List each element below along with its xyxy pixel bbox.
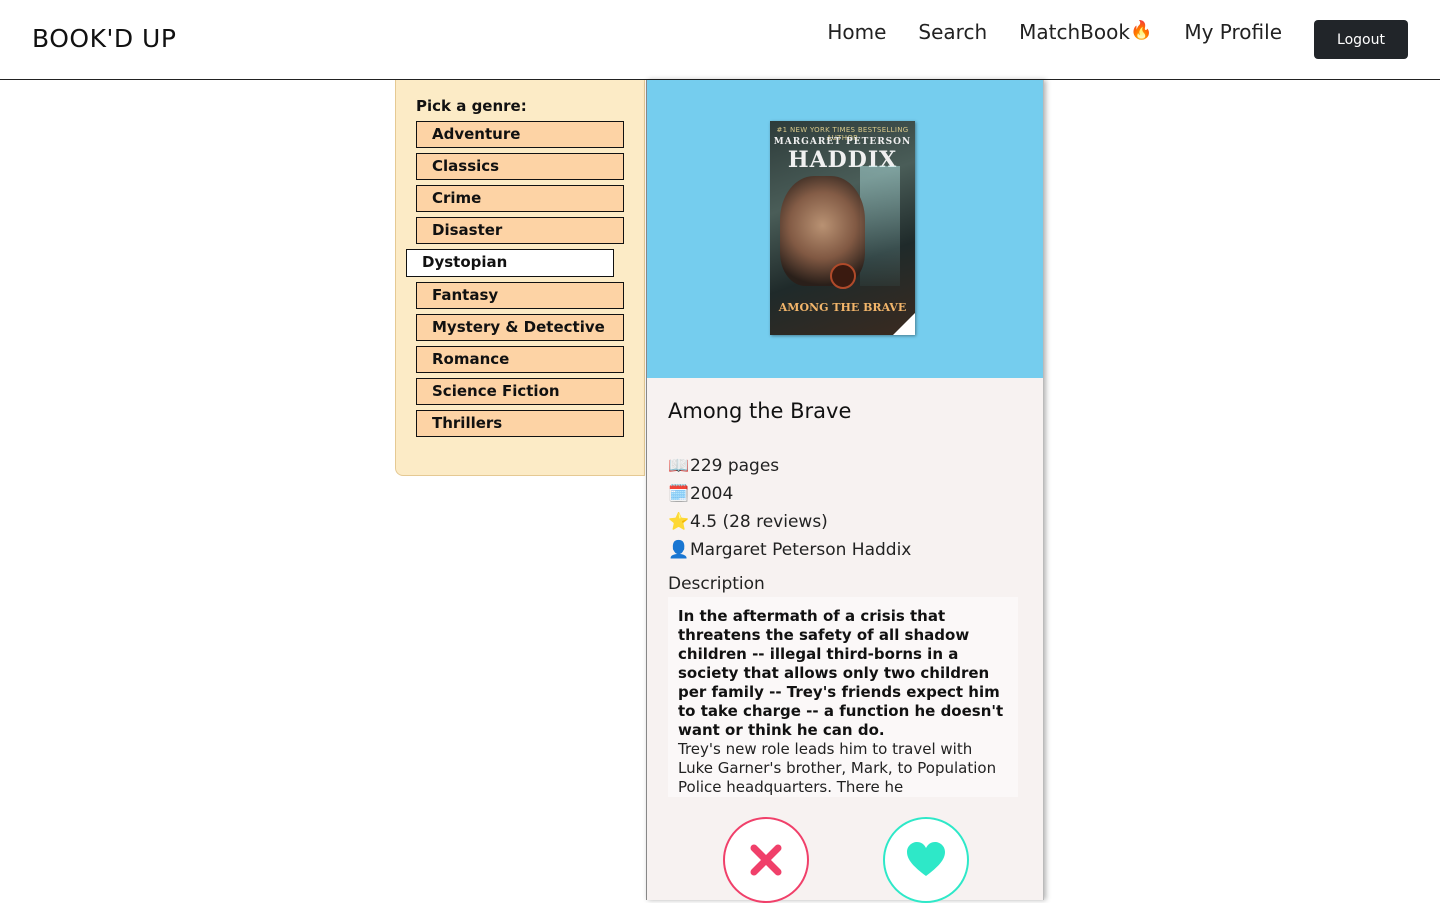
genre-scifi-button[interactable]: Science Fiction bbox=[416, 378, 624, 405]
top-navbar: BOOK'D UP Home Search MatchBook🔥 My Prof… bbox=[0, 0, 1440, 80]
nav-matchbook-link[interactable]: MatchBook🔥 bbox=[1019, 20, 1152, 44]
description-box[interactable]: In the aftermath of a crisis that threat… bbox=[668, 597, 1018, 797]
flame-icon: 🔥 bbox=[1129, 20, 1153, 41]
close-icon bbox=[750, 844, 782, 876]
brand-logo[interactable]: BOOK'D UP bbox=[32, 24, 176, 53]
description-bold-text: In the aftermath of a crisis that threat… bbox=[678, 607, 1004, 739]
description-label: Description bbox=[668, 574, 765, 594]
book-year: 2004 bbox=[690, 484, 734, 504]
book-pages: 229 pages bbox=[690, 456, 780, 476]
book-author-row: 👤Margaret Peterson Haddix bbox=[668, 540, 911, 560]
nav-home-link[interactable]: Home bbox=[827, 20, 886, 44]
main-nav: Home Search MatchBook🔥 My Profile bbox=[827, 20, 1282, 44]
open-book-icon: 📖 bbox=[668, 456, 690, 476]
description-text: Trey's new role leads him to travel with… bbox=[678, 740, 997, 796]
book-year-row: 🗓️2004 bbox=[668, 484, 733, 504]
cover-light-decoration bbox=[860, 166, 900, 286]
book-title: Among the Brave bbox=[668, 399, 852, 423]
book-pages-row: 📖229 pages bbox=[668, 456, 779, 476]
nav-profile-link[interactable]: My Profile bbox=[1184, 20, 1282, 44]
nav-search-link[interactable]: Search bbox=[918, 20, 987, 44]
page-curl-icon bbox=[893, 313, 915, 335]
heart-icon bbox=[907, 842, 945, 876]
genre-crime-button[interactable]: Crime bbox=[416, 185, 624, 212]
logout-button[interactable]: Logout bbox=[1314, 20, 1408, 59]
person-icon: 👤 bbox=[668, 540, 690, 560]
genre-panel: Pick a genre: Adventure Classics Crime D… bbox=[395, 80, 645, 476]
genre-disaster-button[interactable]: Disaster bbox=[416, 217, 624, 244]
genre-mystery-button[interactable]: Mystery & Detective bbox=[416, 314, 624, 341]
genre-panel-title: Pick a genre: bbox=[416, 97, 527, 115]
book-rating: 4.5 (28 reviews) bbox=[690, 512, 828, 532]
book-cover-image: #1 NEW YORK TIMES BESTSELLING AUTHOR MAR… bbox=[770, 121, 915, 335]
genre-dystopian-button[interactable]: Dystopian bbox=[406, 249, 614, 277]
genre-romance-button[interactable]: Romance bbox=[416, 346, 624, 373]
cover-author-first: MARGARET PETERSON bbox=[773, 137, 912, 147]
book-author: Margaret Peterson Haddix bbox=[690, 540, 912, 560]
cover-emblem-icon bbox=[830, 263, 856, 289]
like-button[interactable] bbox=[883, 817, 969, 903]
calendar-icon: 🗓️ bbox=[668, 484, 690, 504]
reject-button[interactable] bbox=[723, 817, 809, 903]
star-icon: ⭐ bbox=[668, 512, 690, 532]
genre-thrillers-button[interactable]: Thrillers bbox=[416, 410, 624, 437]
genre-classics-button[interactable]: Classics bbox=[416, 153, 624, 180]
book-cover-area: #1 NEW YORK TIMES BESTSELLING AUTHOR MAR… bbox=[647, 80, 1043, 378]
nav-matchbook-label: MatchBook bbox=[1019, 20, 1130, 44]
book-rating-row: ⭐4.5 (28 reviews) bbox=[668, 512, 828, 532]
book-card: #1 NEW YORK TIMES BESTSELLING AUTHOR MAR… bbox=[646, 80, 1044, 903]
genre-adventure-button[interactable]: Adventure bbox=[416, 121, 624, 148]
genre-fantasy-button[interactable]: Fantasy bbox=[416, 282, 624, 309]
